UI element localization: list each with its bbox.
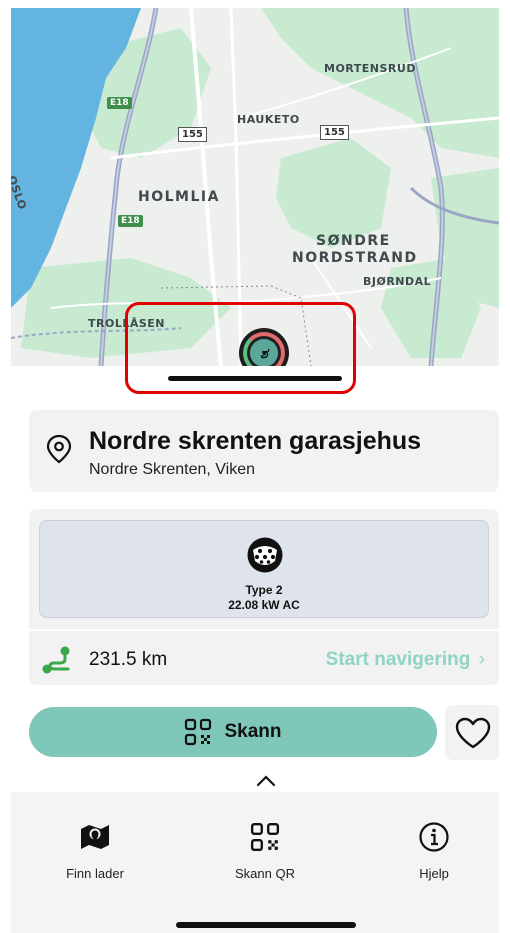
favorite-button[interactable]	[445, 705, 499, 760]
map-label-sondre: SØNDRE	[316, 233, 391, 249]
chevron-right-icon: ›	[478, 648, 485, 670]
map-label-hauketo: HAUKETO	[237, 113, 300, 126]
heart-icon	[455, 717, 491, 748]
type2-socket-icon	[247, 537, 283, 573]
map-label-holmlia: HOLMLIA	[138, 189, 220, 205]
station-info-card: Nordre skrenten garasjehus Nordre Skrent…	[29, 410, 499, 492]
nav-item-label: Finn lader	[66, 866, 124, 881]
station-name: Nordre skrenten garasjehus	[89, 427, 422, 455]
distance-value: 231.5 km	[89, 649, 168, 670]
location-pin-icon	[46, 434, 72, 464]
nav-item-finn-lader[interactable]: Finn lader	[35, 820, 155, 881]
start-navigation-link[interactable]: Start navigering ›	[326, 648, 485, 671]
connector-card: Type 2 22.08 kW AC 231.5 km Start navige…	[29, 509, 499, 685]
map-icon	[81, 825, 109, 849]
highlight-annotation	[125, 302, 356, 394]
map-label-mortensrud: MORTENSRUD	[324, 62, 416, 75]
info-icon	[419, 822, 449, 852]
nav-item-label: Skann QR	[235, 866, 295, 881]
nav-item-skann-qr[interactable]: Skann QR	[205, 820, 325, 881]
road-shield-e18: E18	[118, 215, 143, 227]
connector-type: Type 2	[245, 583, 283, 597]
qr-icon	[250, 822, 280, 852]
bottom-navigation: Finn lader Skann QR Hjelp	[11, 792, 499, 933]
expand-sheet-caret-icon[interactable]	[255, 773, 277, 787]
connector-option[interactable]: Type 2 22.08 kW AC	[39, 520, 489, 618]
start-navigation-label: Start navigering	[325, 648, 471, 670]
map-label-bjorndal: BJØRNDAL	[363, 275, 432, 288]
home-indicator	[176, 922, 356, 928]
divider	[29, 629, 499, 631]
road-shield-155: 155	[178, 127, 207, 142]
road-shield-155: 155	[320, 125, 349, 140]
app-screen: MORTENSRUD HAUKETO OSLO HOLMLIA SØNDRE N…	[11, 8, 499, 933]
map-label-nordstrand: NORDSTRAND	[292, 250, 418, 266]
nav-item-hjelp[interactable]: Hjelp	[374, 820, 494, 881]
road-shield-e18: E18	[107, 97, 132, 109]
nav-item-label: Hjelp	[419, 866, 449, 881]
station-address: Nordre Skrenten, Viken	[89, 461, 256, 478]
scan-button-label: Skann	[224, 721, 282, 742]
route-icon	[42, 646, 70, 674]
connector-power: 22.08 kW AC	[228, 598, 300, 612]
scan-button[interactable]: Skann	[29, 707, 437, 757]
qr-code-icon	[185, 718, 212, 746]
